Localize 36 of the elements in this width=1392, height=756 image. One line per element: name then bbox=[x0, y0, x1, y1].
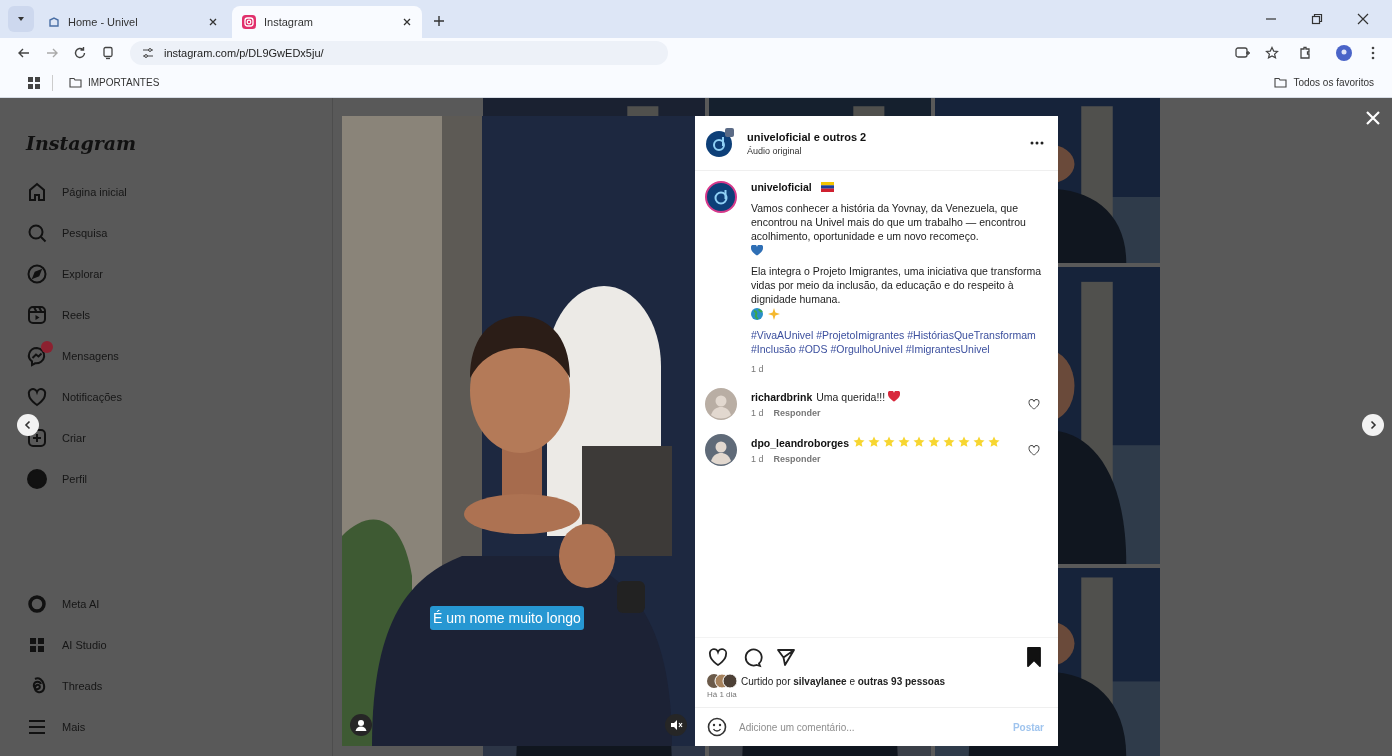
sidebar-item[interactable]: AI Studio bbox=[16, 625, 117, 664]
comment-text: Uma querida!!! bbox=[816, 391, 886, 403]
reply-link[interactable]: Responder bbox=[773, 408, 821, 418]
address-bar[interactable]: instagram.com/p/DL9GwEDx5ju/ bbox=[130, 41, 668, 65]
sidebar-item[interactable]: Meta AI bbox=[16, 584, 110, 623]
browser-tab[interactable]: Instagram bbox=[232, 6, 422, 38]
comment-input[interactable]: Adicione um comentário... bbox=[737, 720, 1003, 734]
sidebar-item[interactable]: Pesquisa bbox=[16, 213, 118, 252]
post-time: 1 d bbox=[751, 364, 764, 374]
sidebar-item[interactable]: Criar bbox=[16, 418, 96, 457]
comment-time: 1 d bbox=[751, 408, 764, 418]
caption-text: Ela integra o Projeto Imigrantes, uma iniciativa que transforma vidas por meio da inclusão, da educação e do respeito à dignidade humana. bbox=[751, 264, 1043, 306]
sidebar-item[interactable]: Mais bbox=[16, 707, 96, 746]
sidebar-item[interactable]: Notificações bbox=[16, 377, 132, 416]
username-link[interactable]: richardbrink bbox=[751, 391, 813, 403]
all-bookmarks-folder[interactable]: Todos os favoritos bbox=[1268, 74, 1380, 91]
sidebar-item[interactable]: Explorar bbox=[16, 254, 113, 293]
post-date: Há 1 dia bbox=[707, 690, 737, 699]
likes-summary[interactable]: Curtido por silvaylanee e outras 93 pessoas bbox=[741, 675, 945, 687]
hashtag-links[interactable]: #VivaAUnivel #ProjetoImigrantes #HistóriasQueTransformam #Inclusão #ODS #OrgulhoUnivel #ImigrantesUnivel bbox=[751, 328, 1046, 356]
sidebar-item[interactable]: Threads bbox=[16, 666, 113, 705]
post-author-link[interactable]: univeloficial e outros 2 bbox=[747, 130, 867, 143]
sidebar-item[interactable]: Página inicial bbox=[16, 172, 137, 211]
sidebar-item[interactable]: Perfil bbox=[16, 459, 98, 498]
username-link[interactable]: univeloficial bbox=[751, 181, 812, 193]
reply-link[interactable]: Responder bbox=[773, 454, 821, 464]
sidebar-item[interactable]: Mensagens bbox=[16, 336, 129, 375]
audio-link[interactable]: Áudio original bbox=[747, 145, 802, 156]
video-subtitle: É um nome muito longo bbox=[430, 606, 584, 630]
sidebar-item[interactable]: Reels bbox=[16, 295, 101, 334]
comment-time: 1 d bbox=[751, 454, 764, 464]
browser-tab[interactable]: Home - Univel bbox=[38, 6, 228, 38]
bookmark-folder[interactable]: IMPORTANTES bbox=[63, 74, 166, 91]
instagram-logo[interactable]: Instagram bbox=[16, 112, 147, 172]
username-link[interactable]: dpo_leandroborges bbox=[751, 437, 849, 449]
caption-text: Vamos conhecer a história da Yovnay, da Venezuela, que encontrou na Univel mais do que um trabalho — encontrou acolhimento, oportunidade e um novo recomeço. bbox=[751, 201, 1027, 243]
